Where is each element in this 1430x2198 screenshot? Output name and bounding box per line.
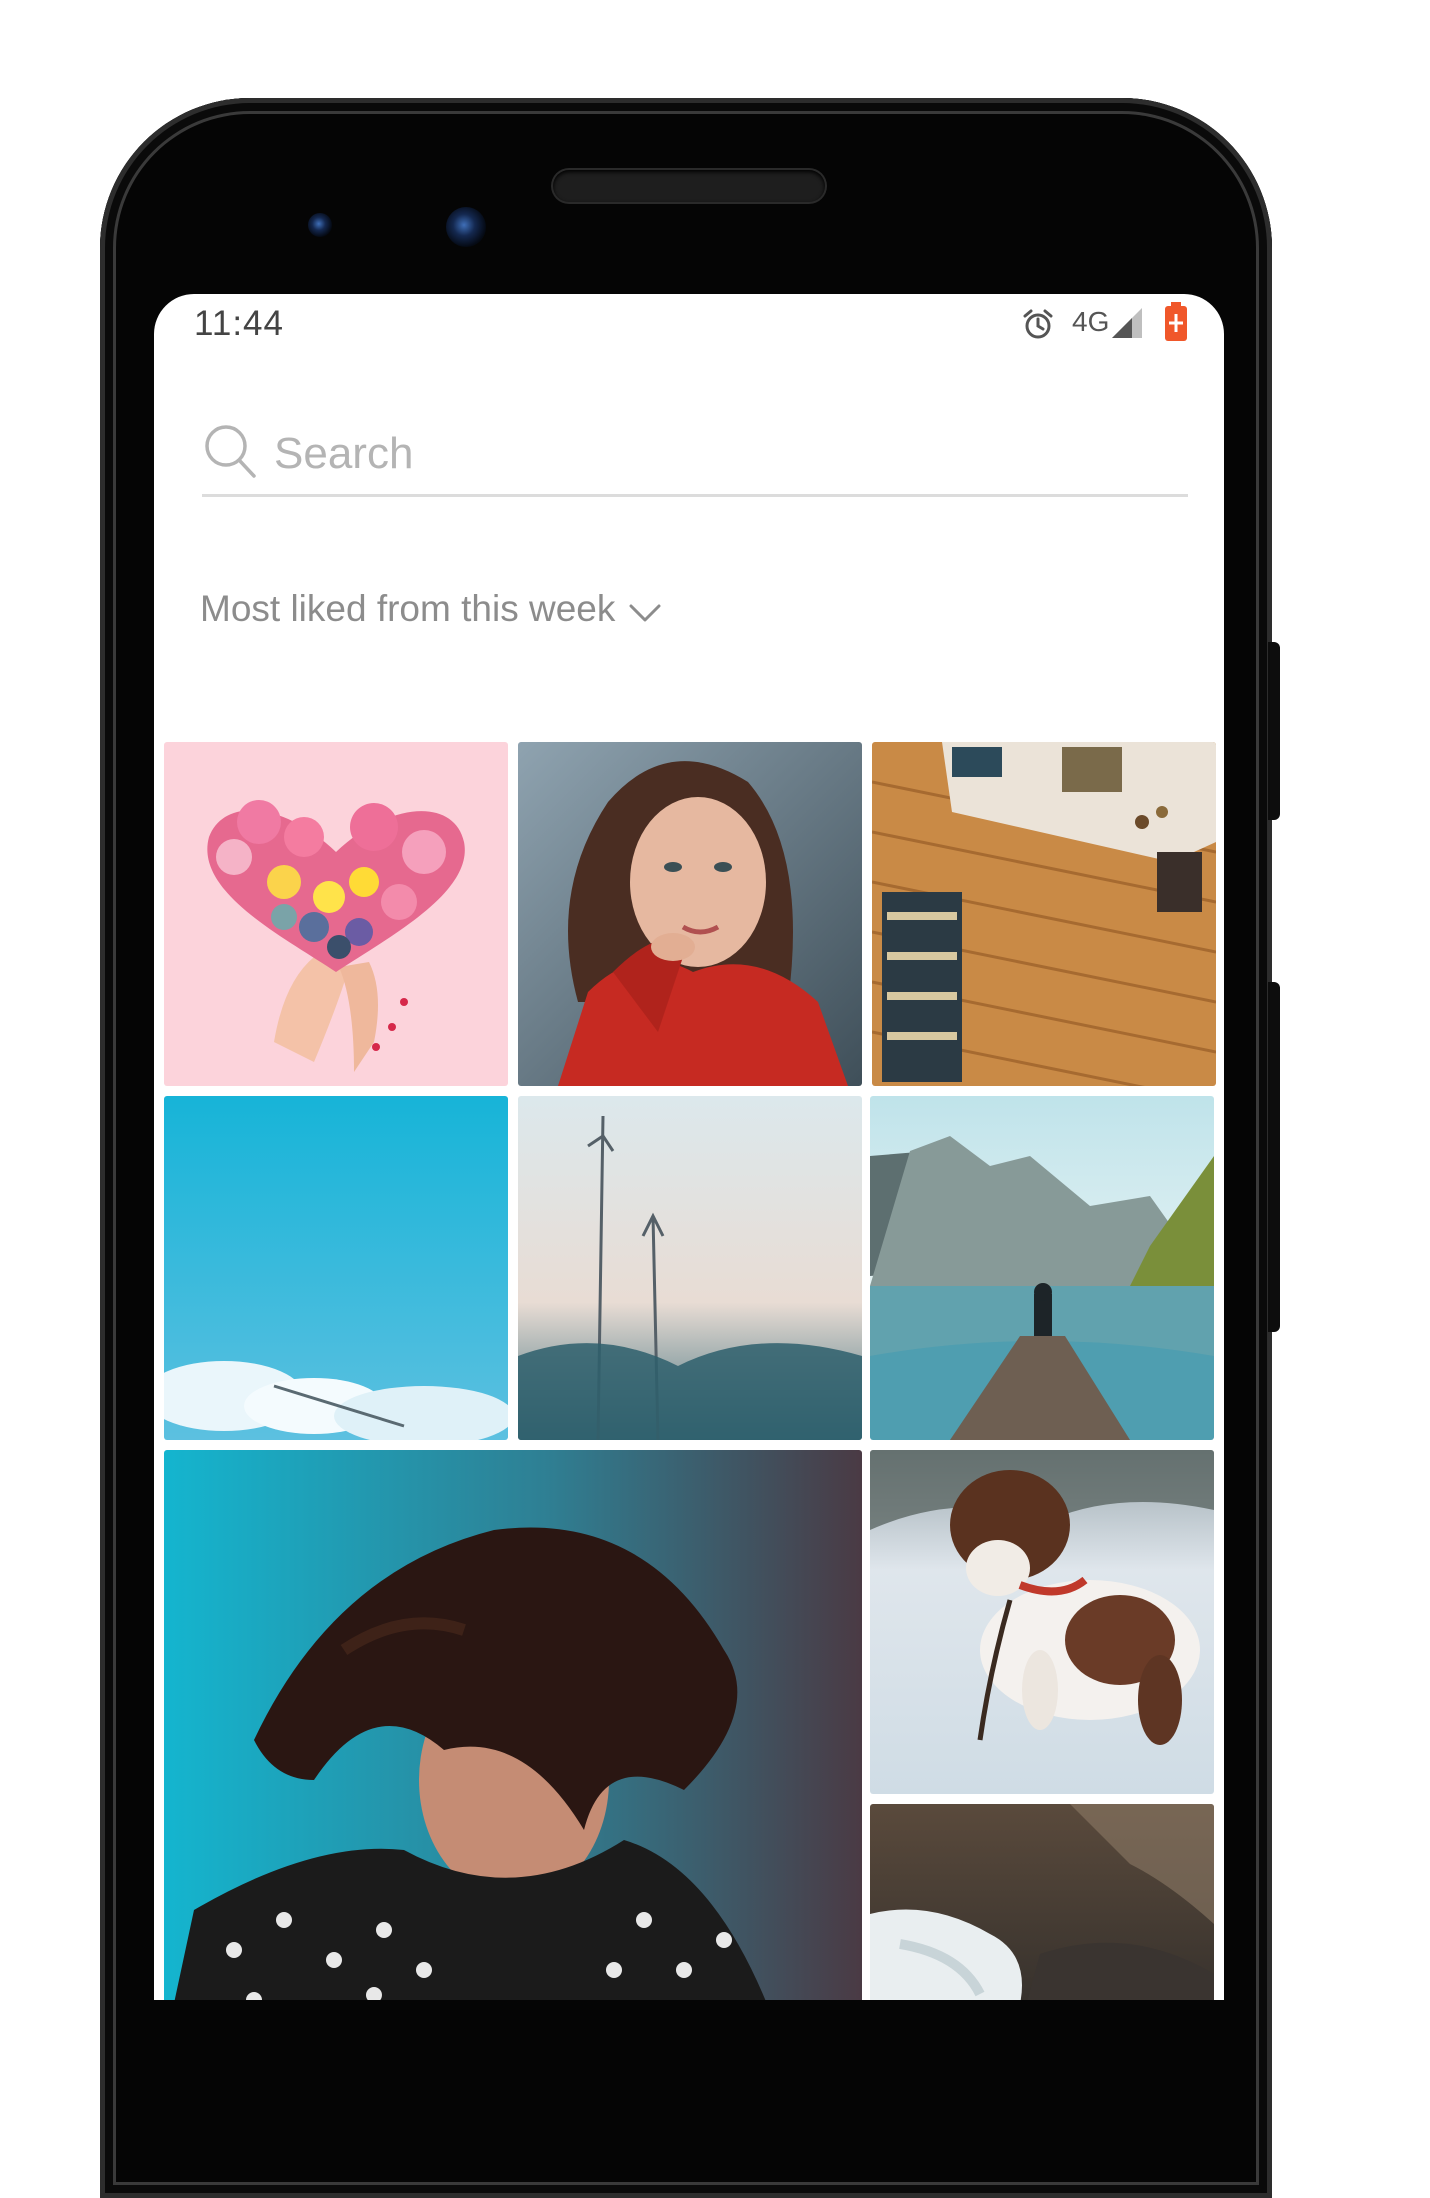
grass-image bbox=[518, 1096, 862, 1440]
store-image bbox=[872, 742, 1216, 1086]
alarm-icon bbox=[1023, 309, 1053, 339]
search-icon bbox=[205, 425, 256, 478]
battery-charging-icon bbox=[1165, 302, 1187, 341]
filter-label: Most liked from this week bbox=[200, 588, 616, 629]
power-button bbox=[1268, 642, 1280, 820]
sort-filter-dropdown[interactable]: Most liked from this week bbox=[200, 588, 661, 630]
status-time: 11:44 bbox=[194, 304, 284, 343]
earpiece-speaker bbox=[553, 170, 825, 202]
search-input[interactable] bbox=[274, 426, 1154, 482]
photo-tile-windblown-hair[interactable] bbox=[164, 1450, 862, 2000]
front-camera bbox=[446, 207, 486, 247]
photo-tile-blue-sky[interactable] bbox=[164, 1096, 508, 1440]
photo-tile-flower-heart[interactable] bbox=[164, 742, 508, 1086]
dog-image bbox=[870, 1450, 1214, 1794]
app-screen: 11:44 4G Most liked from this week bbox=[154, 294, 1224, 2000]
front-sensor bbox=[308, 213, 332, 237]
network-type: 4G bbox=[1072, 306, 1110, 337]
woman-portrait-image bbox=[518, 742, 862, 1086]
flower-heart-image bbox=[164, 742, 508, 1086]
status-bar: 11:44 4G bbox=[154, 294, 1224, 354]
photo-tile-store-clothing[interactable] bbox=[872, 742, 1216, 1086]
volume-button bbox=[1268, 982, 1280, 1332]
sky-image bbox=[164, 1096, 508, 1440]
photo-tile-lake-pier[interactable] bbox=[870, 1096, 1214, 1440]
signal-icon bbox=[1112, 308, 1142, 338]
chevron-down-icon bbox=[629, 604, 661, 622]
woman-hair-image bbox=[164, 1450, 862, 2000]
lake-image bbox=[870, 1096, 1214, 1440]
waterfall-image bbox=[870, 1804, 1214, 2000]
photo-tile-waterfall[interactable] bbox=[870, 1804, 1214, 2000]
photo-tile-woman-red-jacket[interactable] bbox=[518, 742, 862, 1086]
photo-tile-dog-snow[interactable] bbox=[870, 1450, 1214, 1794]
search-bar bbox=[202, 414, 1188, 497]
photo-tile-grass[interactable] bbox=[518, 1096, 862, 1440]
